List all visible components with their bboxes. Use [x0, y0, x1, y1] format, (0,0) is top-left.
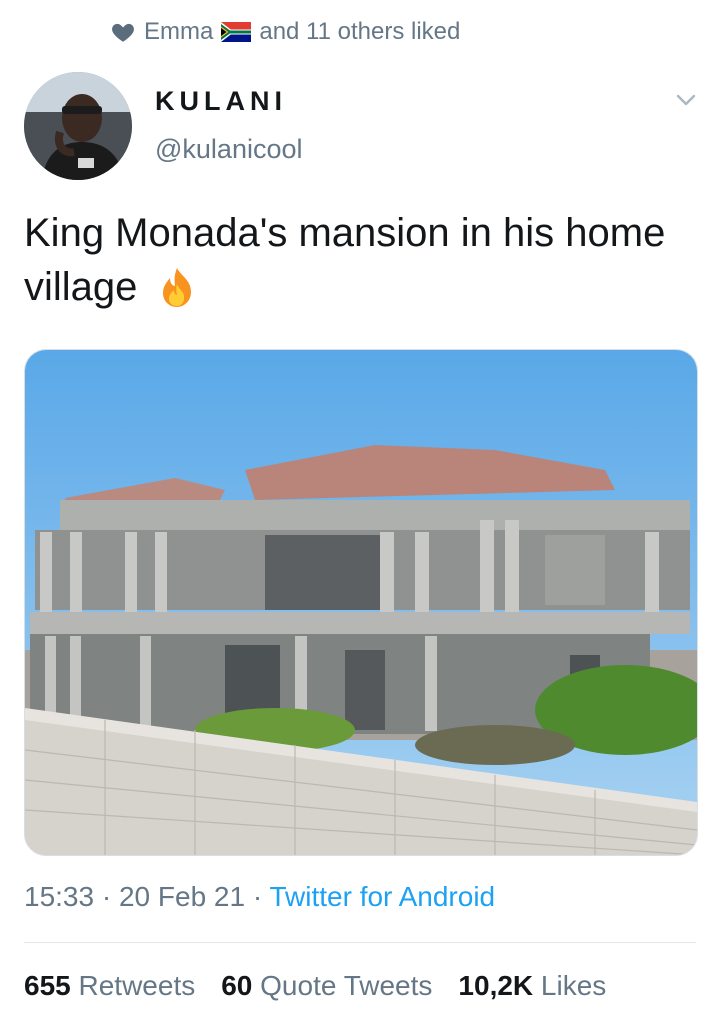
meta-separator: ·: [245, 881, 270, 912]
author-display-name[interactable]: KULANI: [155, 86, 287, 117]
quote-tweets-count: 60: [221, 970, 253, 1001]
likes-label: Likes: [540, 970, 607, 1001]
tweet-meta: 15:33 · 20 Feb 21 · Twitter for Android: [24, 881, 495, 913]
retweets-count: 655: [24, 970, 71, 1001]
tweet-stats: 655 Retweets 60 Quote Tweets 10,2K Likes: [24, 970, 606, 1002]
tweet-time: 15:33: [24, 881, 95, 912]
liked-by-row[interactable]: Emma and 11 others liked: [110, 14, 460, 50]
quote-tweets-stat[interactable]: 60 Quote Tweets: [221, 970, 432, 1002]
quote-tweets-label: Quote Tweets: [260, 970, 433, 1001]
retweets-stat[interactable]: 655 Retweets: [24, 970, 195, 1002]
liked-by-name[interactable]: Emma: [144, 18, 213, 46]
tweet-text: King Monada's mansion in his home villag…: [24, 206, 684, 314]
tweet-source-link[interactable]: Twitter for Android: [269, 881, 495, 912]
south-africa-flag: [221, 22, 252, 42]
liked-by-rest: and 11 others liked: [259, 18, 461, 45]
tweet-media-image[interactable]: [24, 349, 698, 856]
likes-stat[interactable]: 10,2K Likes: [458, 970, 606, 1002]
tweet-body: King Monada's mansion in his home villag…: [24, 211, 666, 309]
chevron-down-icon[interactable]: [674, 88, 698, 112]
fire-emoji-icon: [162, 268, 191, 307]
divider: [24, 942, 696, 943]
heart-icon: [112, 23, 134, 42]
retweets-label: Retweets: [78, 970, 196, 1001]
likes-count: 10,2K: [458, 970, 534, 1001]
meta-separator: ·: [94, 881, 119, 912]
author-handle[interactable]: @kulanicool: [155, 134, 303, 165]
tweet-date: 20 Feb 21: [118, 881, 246, 912]
avatar[interactable]: [24, 72, 132, 180]
